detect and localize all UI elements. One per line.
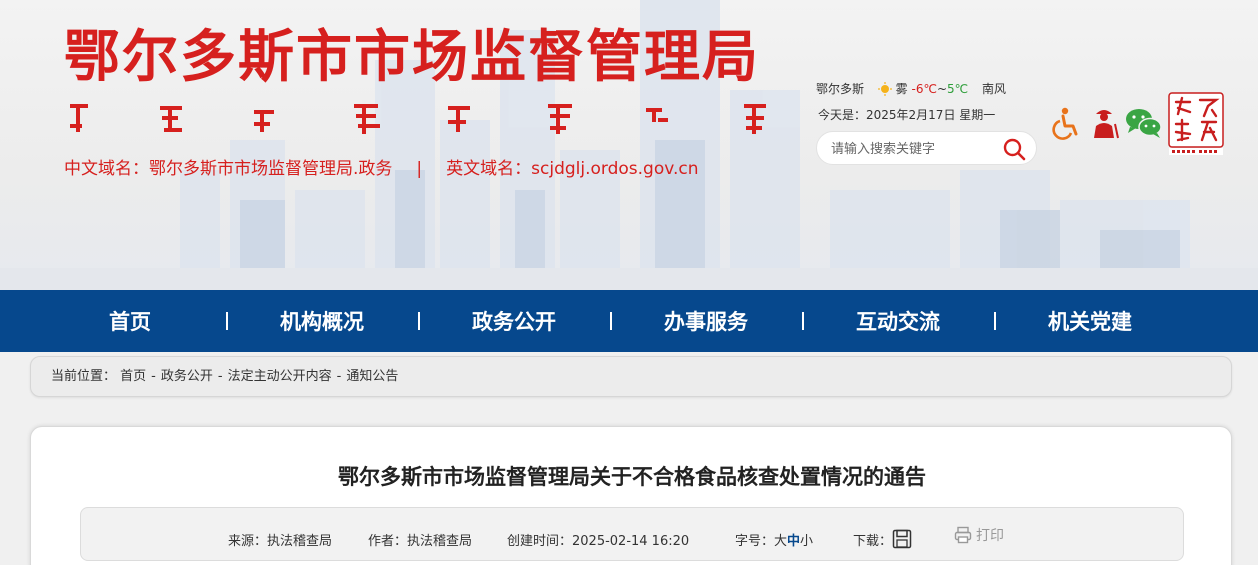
article-source: 来源：执法稽查局 [228,534,333,549]
article-author: 作者：执法稽查局 [368,534,473,549]
weather-low-temp: -6℃ [911,82,937,96]
weather-city: 鄂尔多斯 [816,82,865,96]
chinese-domain: 中文域名：鄂尔多斯市市场监督管理局.政务 [64,159,393,179]
breadcrumb-government-affairs[interactable]: 政务公开 [161,369,213,384]
current-date: 今天是：2025年2月17日 星期一 [818,108,996,122]
nav-item-party-building[interactable]: 机关党建 [994,290,1186,352]
article-meta: 来源：执法稽查局 作者：执法稽查局 创建时间：2025-02-14 16:20 … [80,507,1184,561]
domain-separator: | [416,159,423,179]
elderly-mode-icon[interactable] [1088,106,1122,140]
weather-condition: 雾 [895,82,908,96]
breadcrumb-statutory-disclosure[interactable]: 法定主动公开内容 [228,369,332,384]
font-size-small-button[interactable]: 小 [800,534,813,549]
nav-item-interaction[interactable]: 互动交流 [802,290,994,352]
save-icon[interactable] [892,529,912,549]
weather-range-sep: ~ [936,82,948,96]
article-container: 鄂尔多斯市市场监督管理局关于不合格食品核查处置情况的通告 来源：执法稽查局 作者… [30,426,1232,565]
printer-icon [954,526,972,544]
weather-widget: 鄂尔多斯 雾 -6℃~5℃ 南风 [816,80,1006,97]
search-icon[interactable] [1002,137,1026,161]
nav-item-home[interactable]: 首页 [34,290,226,352]
mongolian-script-title [70,104,766,134]
nav-item-services[interactable]: 办事服务 [610,290,802,352]
breadcrumb-separator: - [336,369,342,384]
breadcrumb-notices[interactable]: 通知公告 [346,369,398,384]
download-label: 下载： [853,534,893,549]
search-box [816,131,1037,165]
weather-wind: 南风 [981,82,1006,96]
accessibility-icon[interactable] [1049,106,1083,140]
article-created-time: 创建时间：2025-02-14 16:20 [507,534,690,549]
breadcrumb: 当前位置： 首页 - 政务公开 - 法定主动公开内容 - 通知公告 [30,356,1232,397]
wechat-icon[interactable] [1124,106,1164,140]
breadcrumb-home[interactable]: 首页 [120,369,146,384]
nav-item-government-affairs[interactable]: 政务公开 [418,290,610,352]
breadcrumb-separator: - [151,369,156,384]
breadcrumb-prefix: 当前位置： [51,369,117,384]
sun-icon [877,82,892,96]
font-size-medium-button[interactable]: 中 [787,534,800,549]
search-input[interactable] [831,139,1001,159]
font-size-label: 字号： [735,534,775,549]
site-header: 鄂尔多斯市市场监督管理局 中文域名：鄂尔多斯市市场监督管理局.政务 | 英文域名：s… [0,0,1258,290]
download-control: 下载： [853,524,912,549]
domain-info: 中文域名：鄂尔多斯市市场监督管理局.政务 | 英文域名：scjdglj.ordos.… [64,154,699,179]
print-label: 打印 [976,528,1004,544]
breadcrumb-separator: - [217,369,223,384]
font-size-control: 字号：大中小 [735,530,813,549]
weather-high-temp: 5℃ [947,82,969,96]
ordos-online-logo[interactable] [1168,92,1224,156]
nav-item-organization[interactable]: 机构概况 [226,290,418,352]
site-title: 鄂尔多斯市市场监督管理局 [64,24,760,90]
article-title: 鄂尔多斯市市场监督管理局关于不合格食品核查处置情况的通告 [338,465,926,489]
english-domain[interactable]: 英文域名：scjdglj.ordos.gov.cn [446,159,698,179]
font-size-large-button[interactable]: 大 [774,534,787,549]
print-button[interactable]: 打印 [954,525,1004,545]
main-nav: 首页 机构概况 政务公开 办事服务 互动交流 机关党建 [0,290,1258,352]
